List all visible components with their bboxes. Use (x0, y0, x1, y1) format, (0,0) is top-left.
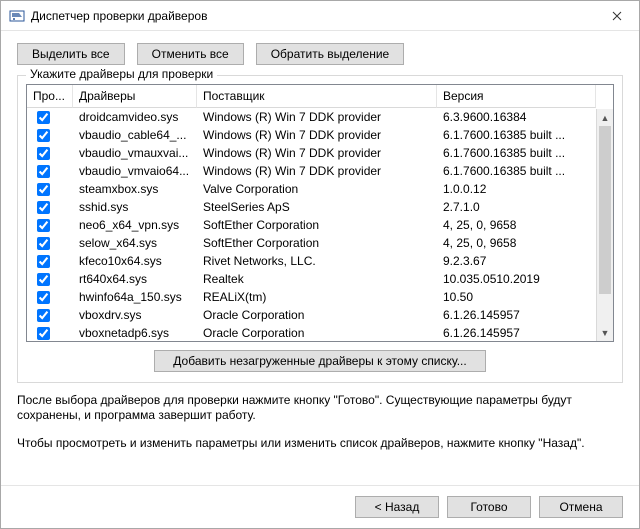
row-vendor: Oracle Corporation (197, 324, 437, 341)
row-vendor: SteelSeries ApS (197, 198, 437, 216)
row-checkbox-cell (27, 108, 73, 126)
row-version: 9.2.3.67 (437, 252, 596, 270)
row-version: 6.3.9600.16384 (437, 108, 596, 126)
row-driver: selow_x64.sys (73, 234, 197, 252)
groupbox-label: Укажите драйверы для проверки (26, 67, 217, 81)
row-version: 4, 25, 0, 9658 (437, 234, 596, 252)
row-vendor: Oracle Corporation (197, 306, 437, 324)
scroll-track[interactable] (597, 126, 613, 324)
row-vendor: Realtek (197, 270, 437, 288)
titlebar: Диспетчер проверки драйверов (1, 1, 639, 31)
info-paragraph-1: После выбора драйверов для проверки нажм… (17, 393, 623, 424)
row-checkbox-cell (27, 234, 73, 252)
row-driver: steamxbox.sys (73, 180, 197, 198)
add-unloaded-drivers-button[interactable]: Добавить незагруженные драйверы к этому … (154, 350, 485, 372)
row-checkbox-cell (27, 198, 73, 216)
column-header-driver[interactable]: Драйверы (73, 85, 197, 108)
row-checkbox[interactable] (37, 183, 50, 196)
row-vendor: SoftEther Corporation (197, 234, 437, 252)
info-text: После выбора драйверов для проверки нажм… (17, 393, 623, 463)
row-checkbox-cell (27, 144, 73, 162)
row-version: 1.0.0.12 (437, 180, 596, 198)
column-header-check[interactable]: Про... (27, 85, 73, 108)
selection-toolbar: Выделить все Отменить все Обратить выдел… (17, 43, 623, 65)
row-driver: droidcamvideo.sys (73, 108, 197, 126)
row-driver: vbaudio_vmauxvai... (73, 144, 197, 162)
row-version: 2.7.1.0 (437, 198, 596, 216)
row-checkbox[interactable] (37, 129, 50, 142)
row-checkbox[interactable] (37, 255, 50, 268)
row-driver: vboxdrv.sys (73, 306, 197, 324)
row-vendor: SoftEther Corporation (197, 216, 437, 234)
row-version: 6.1.7600.16385 built ... (437, 144, 596, 162)
close-button[interactable] (594, 1, 639, 30)
row-vendor: Windows (R) Win 7 DDK provider (197, 126, 437, 144)
select-all-button[interactable]: Выделить все (17, 43, 125, 65)
column-header-version[interactable]: Версия (437, 85, 596, 108)
row-checkbox[interactable] (37, 165, 50, 178)
wizard-footer: < Назад Готово Отмена (1, 485, 639, 528)
row-driver: kfeco10x64.sys (73, 252, 197, 270)
row-version: 6.1.7600.16385 built ... (437, 126, 596, 144)
row-vendor: Windows (R) Win 7 DDK provider (197, 108, 437, 126)
row-checkbox-cell (27, 180, 73, 198)
row-vendor: Rivet Networks, LLC. (197, 252, 437, 270)
row-checkbox[interactable] (37, 309, 50, 322)
row-checkbox-cell (27, 216, 73, 234)
row-version: 6.1.7600.16385 built ... (437, 162, 596, 180)
vertical-scrollbar[interactable]: ▲ ▼ (596, 109, 613, 341)
scroll-up-button[interactable]: ▲ (597, 109, 613, 126)
app-icon (9, 8, 25, 24)
deselect-all-button[interactable]: Отменить все (137, 43, 244, 65)
finish-button[interactable]: Готово (447, 496, 531, 518)
row-checkbox[interactable] (37, 291, 50, 304)
row-vendor: Windows (R) Win 7 DDK provider (197, 162, 437, 180)
row-checkbox-cell (27, 162, 73, 180)
row-version: 4, 25, 0, 9658 (437, 216, 596, 234)
drivers-listview[interactable]: Про... Драйверы Поставщик Версия droidca… (26, 84, 614, 342)
row-checkbox-cell (27, 288, 73, 306)
row-vendor: Valve Corporation (197, 180, 437, 198)
row-checkbox[interactable] (37, 327, 50, 340)
row-driver: hwinfo64a_150.sys (73, 288, 197, 306)
scroll-thumb[interactable] (599, 126, 611, 294)
client-area: Выделить все Отменить все Обратить выдел… (1, 31, 639, 485)
row-driver: vbaudio_cable64_... (73, 126, 197, 144)
row-version: 6.1.26.145957 (437, 306, 596, 324)
row-version: 10.035.0510.2019 (437, 270, 596, 288)
row-vendor: Windows (R) Win 7 DDK provider (197, 144, 437, 162)
drivers-groupbox: Укажите драйверы для проверки Про... Дра… (17, 75, 623, 383)
back-button[interactable]: < Назад (355, 496, 439, 518)
cancel-button[interactable]: Отмена (539, 496, 623, 518)
row-checkbox-cell (27, 324, 73, 341)
row-checkbox-cell (27, 126, 73, 144)
row-driver: sshid.sys (73, 198, 197, 216)
row-driver: neo6_x64_vpn.sys (73, 216, 197, 234)
row-checkbox-cell (27, 306, 73, 324)
row-checkbox[interactable] (37, 201, 50, 214)
window-title: Диспетчер проверки драйверов (31, 9, 594, 23)
row-checkbox-cell (27, 252, 73, 270)
window-frame: Диспетчер проверки драйверов Выделить вс… (0, 0, 640, 529)
row-version: 10.50 (437, 288, 596, 306)
scroll-down-button[interactable]: ▼ (597, 324, 613, 341)
row-checkbox[interactable] (37, 147, 50, 160)
row-checkbox[interactable] (37, 219, 50, 232)
invert-selection-button[interactable]: Обратить выделение (256, 43, 405, 65)
column-header-vendor[interactable]: Поставщик (197, 85, 437, 108)
row-vendor: REALiX(tm) (197, 288, 437, 306)
row-driver: vbaudio_vmvaio64... (73, 162, 197, 180)
row-driver: rt640x64.sys (73, 270, 197, 288)
row-checkbox[interactable] (37, 237, 50, 250)
row-checkbox-cell (27, 270, 73, 288)
row-version: 6.1.26.145957 (437, 324, 596, 341)
row-checkbox[interactable] (37, 111, 50, 124)
row-driver: vboxnetadp6.sys (73, 324, 197, 341)
info-paragraph-2: Чтобы просмотреть и изменить параметры и… (17, 436, 623, 451)
row-checkbox[interactable] (37, 273, 50, 286)
